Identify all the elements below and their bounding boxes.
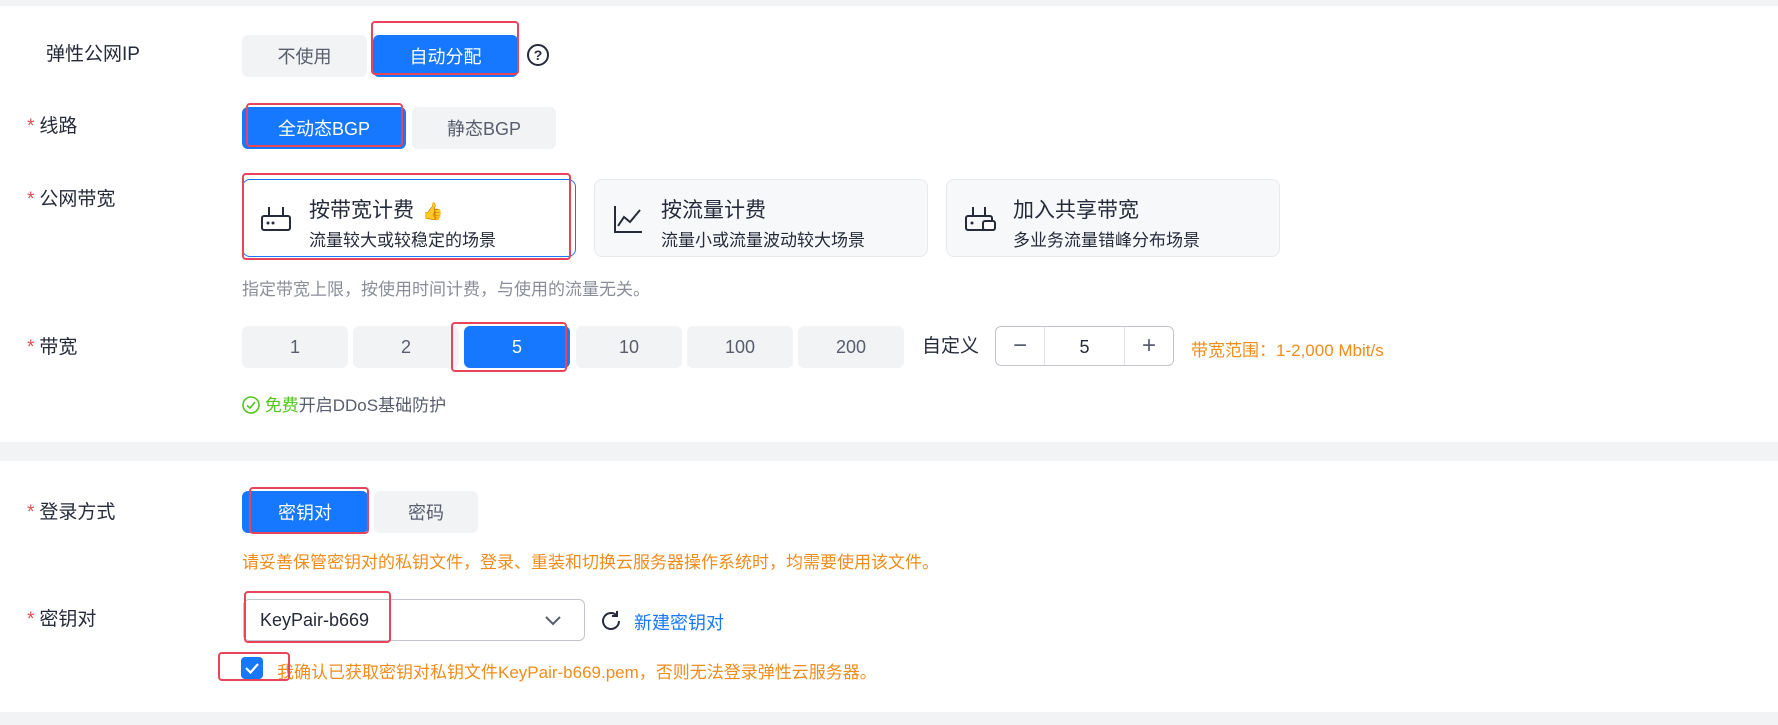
- bandwidth-stepper: − +: [995, 326, 1174, 367]
- minus-icon[interactable]: −: [996, 327, 1045, 365]
- chevron-down-icon: [545, 616, 561, 626]
- billing-card-title: 加入共享带宽: [1013, 199, 1139, 222]
- bandwidth-option-100[interactable]: 100: [687, 326, 793, 368]
- check-icon: [245, 663, 259, 675]
- login-option-password[interactable]: 密码: [374, 491, 478, 533]
- billing-card-desc: 流量小或流量波动较大场景: [661, 231, 865, 250]
- login-option-keypair[interactable]: 密钥对: [242, 491, 368, 533]
- bandwidth-option-2[interactable]: 2: [353, 326, 459, 368]
- billing-card-title: 按流量计费: [661, 199, 766, 222]
- billing-card-title: 按带宽计费: [309, 199, 414, 222]
- ddos-note: 免费开启DDoS基础防护: [242, 391, 446, 416]
- bandwidth-input[interactable]: [1045, 327, 1124, 367]
- check-circle-icon: [242, 396, 260, 414]
- thumbs-up-icon: 👍: [422, 202, 444, 221]
- required-mark: *: [27, 337, 35, 358]
- billing-card-desc: 多业务流量错峰分布场景: [1013, 231, 1200, 250]
- plus-icon[interactable]: +: [1124, 327, 1173, 365]
- line-option-dynamic-bgp[interactable]: 全动态BGP: [242, 107, 406, 149]
- create-keypair-link[interactable]: 新建密钥对: [634, 609, 724, 635]
- ddos-text: 开启DDoS基础防护: [298, 396, 447, 415]
- billing-card-shared[interactable]: 加入共享带宽 多业务流量错峰分布场景: [946, 179, 1280, 257]
- billing-card-bandwidth[interactable]: 按带宽计费 👍 流量较大或较稳定的场景: [242, 179, 576, 257]
- required-mark: *: [27, 502, 35, 523]
- keypair-select[interactable]: KeyPair-b669: [243, 599, 585, 641]
- billing-label: * 公网带宽: [27, 189, 116, 210]
- confirm-checkbox[interactable]: [241, 657, 263, 679]
- keypair-select-value: KeyPair-b669: [260, 610, 370, 630]
- login-method-label: * 登录方式: [27, 502, 116, 523]
- required-mark: *: [27, 609, 35, 630]
- refresh-icon[interactable]: [599, 609, 623, 633]
- router-icon: [261, 207, 291, 231]
- bandwidth-option-5[interactable]: 5: [464, 326, 570, 368]
- bandwidth-option-200[interactable]: 200: [798, 326, 904, 368]
- line-segment: 全动态BGP 静态BGP: [242, 107, 556, 149]
- billing-hint: 指定带宽上限，按使用时间计费，与使用的流量无关。: [242, 280, 650, 299]
- login-method-hint: 请妥善保管密钥对的私钥文件，登录、重装和切换云服务器操作系统时，均需要使用该文件…: [242, 553, 939, 572]
- eip-label: 弹性公网IP: [46, 44, 140, 65]
- bandwidth-options: 1 2 5 10 100 200: [242, 326, 907, 368]
- eip-option-auto[interactable]: 自动分配: [373, 35, 518, 77]
- shared-router-icon: [965, 207, 996, 231]
- line-option-static-bgp[interactable]: 静态BGP: [412, 107, 556, 149]
- eip-segment: 不使用 自动分配: [242, 35, 518, 77]
- billing-card-traffic[interactable]: 按流量计费 流量小或流量波动较大场景: [594, 179, 928, 257]
- custom-bandwidth-label: 自定义: [922, 336, 980, 357]
- bandwidth-option-1[interactable]: 1: [242, 326, 348, 368]
- required-mark: *: [27, 189, 35, 210]
- required-mark: *: [27, 116, 35, 137]
- eip-option-none[interactable]: 不使用: [242, 35, 367, 77]
- bandwidth-range: 带宽范围：1-2,000 Mbit/s: [1191, 341, 1384, 360]
- bandwidth-label: * 带宽: [27, 337, 78, 358]
- help-icon[interactable]: ?: [527, 44, 549, 66]
- line-label: * 线路: [27, 116, 78, 137]
- billing-card-desc: 流量较大或较稳定的场景: [309, 231, 496, 250]
- ddos-free-label: 免费: [264, 396, 299, 415]
- confirm-text: 我确认已获取密钥对私钥文件KeyPair-b669.pem，否则无法登录弹性云服…: [277, 663, 877, 682]
- bandwidth-option-10[interactable]: 10: [576, 326, 682, 368]
- login-method-segment: 密钥对 密码: [242, 491, 478, 533]
- line-chart-icon: [614, 206, 642, 233]
- keypair-label: * 密钥对: [27, 609, 97, 630]
